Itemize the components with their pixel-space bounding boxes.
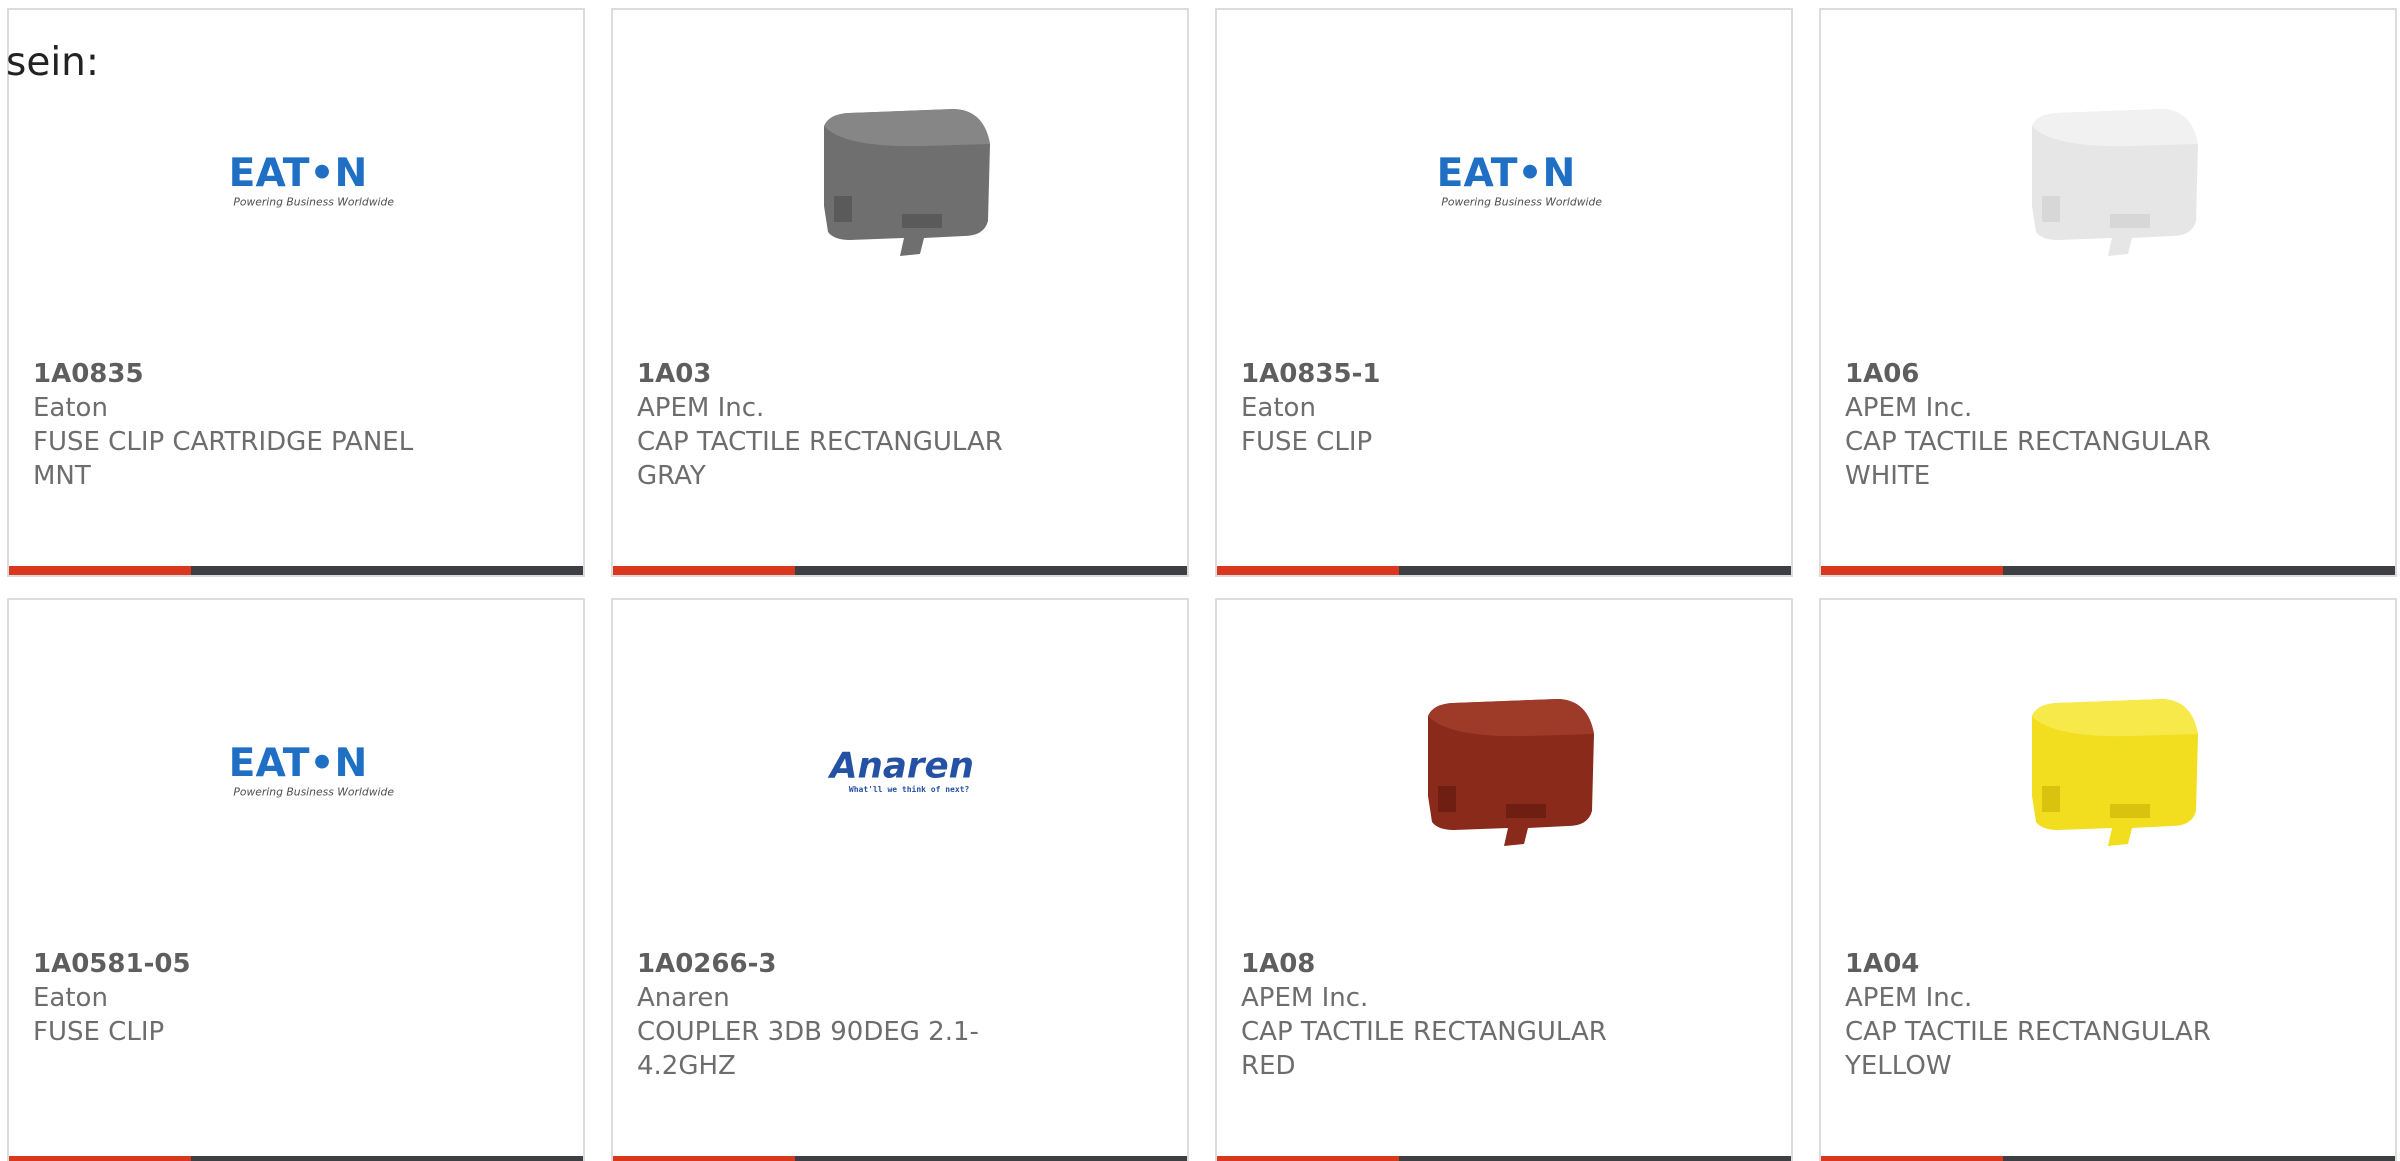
svg-text:EAT•N: EAT•N: [1437, 151, 1576, 196]
product-card[interactable]: 1A04 APEM Inc. CAP TACTILE RECTANGULAR Y…: [1819, 598, 2397, 1161]
svg-text:EAT•N: EAT•N: [229, 741, 368, 786]
part-number[interactable]: 1A0835: [33, 357, 563, 391]
product-card[interactable]: 1A03 APEM Inc. CAP TACTILE RECTANGULAR G…: [611, 8, 1189, 577]
svg-text:Anaren: Anaren: [827, 746, 974, 787]
part-number[interactable]: 1A0266-3: [637, 947, 1167, 981]
svg-text:EAT•N: EAT•N: [229, 151, 368, 196]
manufacturer: APEM Inc.: [1845, 983, 1973, 1013]
product-card[interactable]: 1A06 APEM Inc. CAP TACTILE RECTANGULAR W…: [1819, 8, 2397, 577]
product-image: EAT•N Powering Business Worldwide: [200, 676, 396, 872]
part-number[interactable]: 1A06: [1845, 357, 2375, 391]
tactile-cap-yellow-icon: [2032, 699, 2198, 846]
manufacturer: APEM Inc.: [1845, 393, 1973, 423]
intro-text: sein:: [6, 40, 100, 85]
manufacturer: Eaton: [33, 983, 108, 1013]
product-card[interactable]: 1A08 APEM Inc. CAP TACTILE RECTANGULAR R…: [1215, 598, 1793, 1161]
eaton-logo-icon: EAT•N Powering Business Worldwide: [229, 151, 395, 209]
svg-text:What'll we think of next?: What'll we think of next?: [849, 784, 970, 794]
product-image: EAT•N Powering Business Worldwide: [1408, 86, 1604, 282]
part-number[interactable]: 1A03: [637, 357, 1167, 391]
product-description: CAP TACTILE RECTANGULAR RED: [1241, 1017, 1607, 1081]
part-number[interactable]: 1A0835-1: [1241, 357, 1771, 391]
eaton-logo-icon: EAT•N Powering Business Worldwide: [1437, 151, 1603, 209]
product-image: [1408, 676, 1604, 872]
product-image: [804, 86, 1000, 282]
product-grid-page: sein: EAT•N Powering Business Worldwide …: [0, 0, 2400, 1161]
product-image: EAT•N Powering Business Worldwide: [200, 86, 396, 282]
card-bottom-bar: [613, 566, 1187, 575]
card-bottom-bar: [9, 1156, 583, 1161]
product-description: COUPLER 3DB 90DEG 2.1-4.2GHZ: [637, 1017, 979, 1081]
tactile-cap-white-icon: [2032, 109, 2198, 256]
card-bottom-bar: [613, 1156, 1187, 1161]
card-bottom-bar: [1217, 1156, 1791, 1161]
card-bottom-bar: [9, 566, 583, 575]
product-description: FUSE CLIP CARTRIDGE PANEL MNT: [33, 427, 414, 491]
card-bottom-bar: [1821, 1156, 2395, 1161]
part-number[interactable]: 1A08: [1241, 947, 1771, 981]
card-bottom-bar: [1821, 566, 2395, 575]
product-image: [2012, 676, 2208, 872]
eaton-logo-icon: EAT•N Powering Business Worldwide: [229, 741, 395, 799]
product-card[interactable]: Anaren What'll we think of next? 1A0266-…: [611, 598, 1189, 1161]
product-description: CAP TACTILE RECTANGULAR GRAY: [637, 427, 1003, 491]
product-description: CAP TACTILE RECTANGULAR WHITE: [1845, 427, 2211, 491]
manufacturer: APEM Inc.: [637, 393, 765, 423]
card-bottom-bar: [1217, 566, 1791, 575]
product-description: FUSE CLIP: [33, 1017, 165, 1047]
product-image: [2012, 86, 2208, 282]
anaren-logo-icon: Anaren What'll we think of next?: [827, 746, 974, 794]
manufacturer: Anaren: [637, 983, 730, 1013]
svg-text:Powering Business Worldwide: Powering Business Worldwide: [233, 196, 394, 209]
part-number[interactable]: 1A04: [1845, 947, 2375, 981]
manufacturer: Eaton: [1241, 393, 1316, 423]
tactile-cap-gray-icon: [824, 109, 990, 256]
product-description: CAP TACTILE RECTANGULAR YELLOW: [1845, 1017, 2211, 1081]
product-card[interactable]: EAT•N Powering Business Worldwide 1A0835…: [1215, 8, 1793, 577]
product-description: FUSE CLIP: [1241, 427, 1373, 457]
svg-text:Powering Business Worldwide: Powering Business Worldwide: [1441, 196, 1602, 209]
part-number[interactable]: 1A0581-05: [33, 947, 563, 981]
tactile-cap-red-icon: [1428, 699, 1594, 846]
product-card[interactable]: EAT•N Powering Business Worldwide 1A0581…: [7, 598, 585, 1161]
product-card[interactable]: EAT•N Powering Business Worldwide 1A0835…: [7, 8, 585, 577]
svg-text:Powering Business Worldwide: Powering Business Worldwide: [233, 786, 394, 799]
product-image: Anaren What'll we think of next?: [804, 676, 1000, 872]
manufacturer: APEM Inc.: [1241, 983, 1369, 1013]
manufacturer: Eaton: [33, 393, 108, 423]
